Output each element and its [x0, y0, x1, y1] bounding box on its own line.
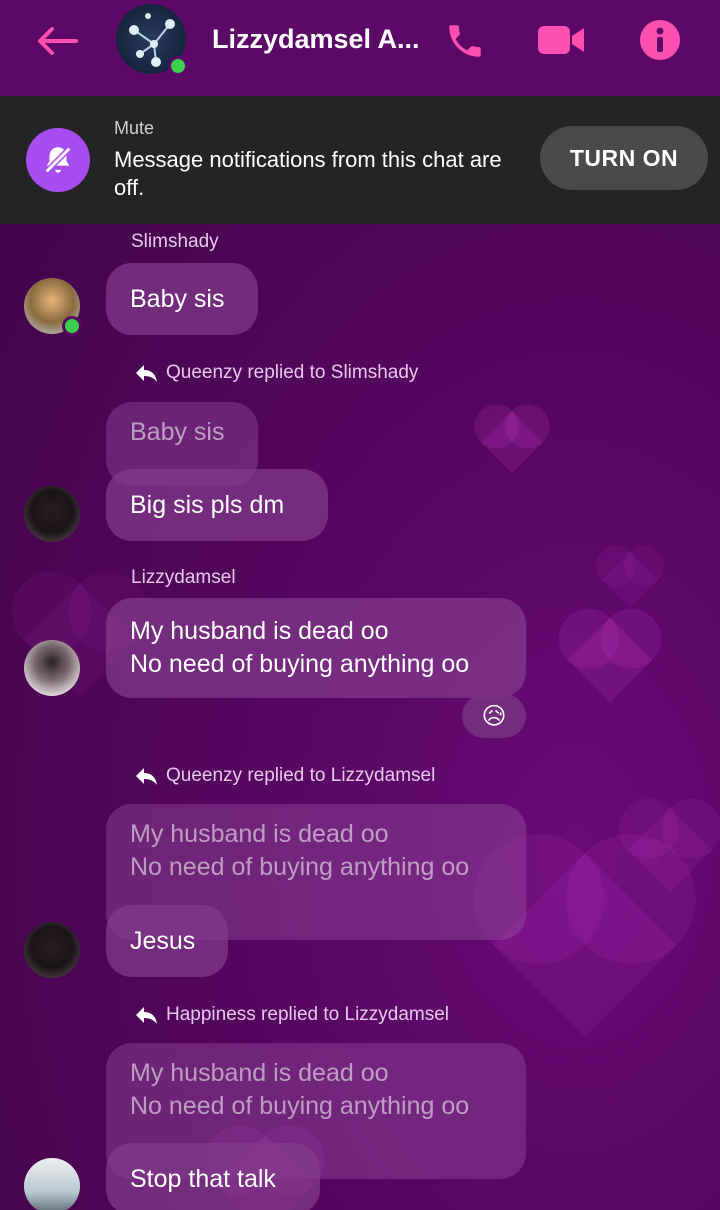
reply-indicator: Happiness replied to Lizzydamsel	[134, 1004, 449, 1026]
reply-arrow-icon	[136, 768, 157, 785]
video-camera-icon[interactable]	[538, 24, 586, 56]
quoted-line-2: No need of buying anything oo	[130, 1092, 470, 1120]
avatar[interactable]	[24, 640, 80, 696]
sender-name: Lizzydamsel	[131, 567, 236, 588]
message-bubble[interactable]: Baby sis	[106, 263, 258, 335]
online-indicator	[62, 316, 82, 336]
quoted-line-1: My husband is dead oo	[130, 1059, 389, 1087]
message-bubble[interactable]: Jesus	[106, 905, 228, 977]
message-line-2: No need of buying anything oo	[130, 650, 470, 678]
quoted-line-1: My husband is dead oo	[130, 820, 389, 848]
reply-label: Queenzy replied to Lizzydamsel	[166, 765, 436, 786]
message-bubble[interactable]: Stop that talk	[106, 1143, 320, 1210]
mute-label: Mute	[114, 118, 155, 138]
message-line-1: My husband is dead oo	[130, 617, 389, 645]
turn-on-button[interactable]: TURN ON	[540, 126, 708, 190]
avatar[interactable]	[24, 486, 80, 542]
avatar[interactable]	[24, 1158, 80, 1210]
reply-indicator: Queenzy replied to Slimshady	[134, 362, 418, 384]
reply-indicator: Queenzy replied to Lizzydamsel	[134, 765, 435, 787]
quoted-line-2: No need of buying anything oo	[130, 853, 470, 881]
sender-name: Slimshady	[131, 231, 219, 252]
message-bubble[interactable]: Big sis pls dm	[106, 469, 328, 541]
message-text: Baby sis	[130, 284, 225, 313]
online-indicator	[168, 56, 188, 76]
mute-description: Message notifications from this chat are…	[114, 147, 502, 200]
reply-arrow-icon	[136, 365, 157, 382]
chat-header: Lizzydamsel A...	[0, 0, 720, 96]
reply-label: Happiness replied to Lizzydamsel	[166, 1004, 450, 1025]
info-icon[interactable]	[640, 20, 680, 60]
avatar[interactable]	[24, 922, 80, 978]
message-bubble[interactable]: My husband is dead oo No need of buying …	[106, 598, 526, 698]
group-avatar[interactable]	[116, 4, 188, 76]
bell-off-icon	[26, 128, 90, 192]
phone-icon[interactable]	[444, 20, 486, 62]
reply-arrow-icon	[136, 1007, 157, 1024]
message-text: Stop that talk	[130, 1164, 276, 1193]
quoted-text: Baby sis	[130, 418, 225, 446]
reaction-badge[interactable]: 😥	[462, 694, 526, 738]
chat-title[interactable]: Lizzydamsel A...	[212, 24, 420, 55]
reply-label: Queenzy replied to Slimshady	[166, 362, 419, 383]
crying-face-icon: 😥	[481, 702, 507, 730]
message-text: Jesus	[130, 926, 196, 955]
message-text: Big sis pls dm	[130, 490, 285, 519]
arrow-left-icon[interactable]	[36, 26, 78, 56]
